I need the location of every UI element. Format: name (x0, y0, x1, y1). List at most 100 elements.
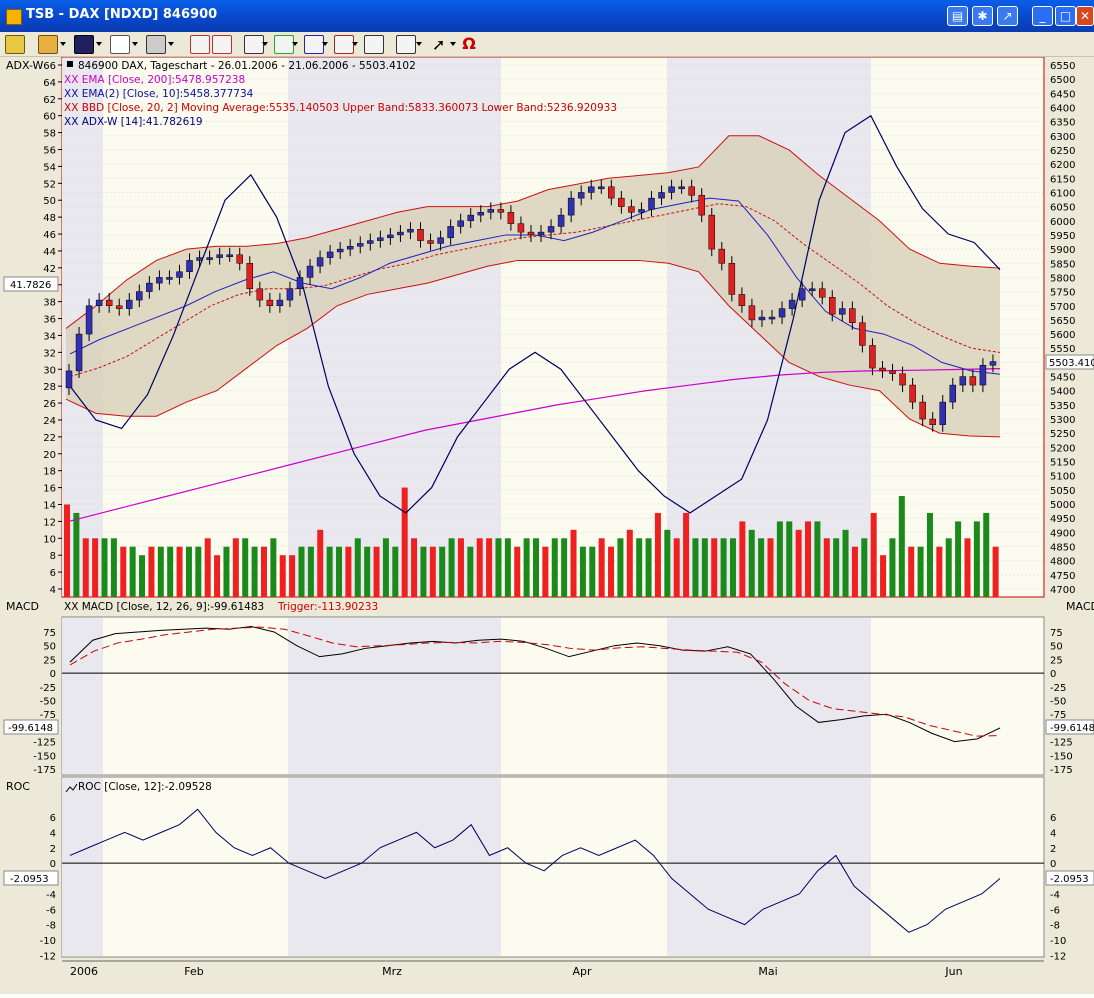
candle-body (859, 322, 866, 346)
redo-chart-icon[interactable] (212, 35, 232, 54)
chevron-down-icon[interactable] (96, 42, 102, 46)
roc-right-tick: -8 (1050, 921, 1060, 932)
candle-body (447, 226, 454, 239)
left-axis-tick: 28 (43, 382, 56, 393)
sheet-icon[interactable]: ▤ (947, 6, 968, 26)
volume-bar (420, 546, 427, 597)
legend-line-4: XX BBD [Close, 20, 2] Moving Average:553… (64, 102, 617, 114)
chevron-down-icon[interactable] (168, 42, 174, 46)
candle-body (417, 229, 424, 241)
right-axis-tick: 5250 (1050, 429, 1075, 440)
candle-body (768, 316, 776, 320)
chevron-down-icon[interactable] (292, 42, 298, 46)
right-axis-tick: 6050 (1050, 203, 1075, 214)
volume-bar (720, 538, 727, 597)
volume-bar (795, 529, 802, 597)
chevron-down-icon[interactable] (450, 42, 456, 46)
star-icon[interactable]: ✱ (972, 6, 993, 26)
legend-line-1: 846900 DAX, Tageschart - 26.01.2006 - 21… (78, 60, 416, 72)
macd-panel-frame (61, 616, 1045, 776)
candle-body (477, 212, 485, 216)
print-icon[interactable] (146, 35, 166, 54)
grid-icon[interactable] (396, 35, 416, 54)
chevron-down-icon[interactable] (352, 42, 358, 46)
close-button[interactable]: ✕ (1076, 6, 1094, 26)
window-icon[interactable] (244, 35, 264, 54)
volume-bar (270, 538, 277, 597)
volume-bar (467, 546, 474, 597)
chevron-down-icon[interactable] (60, 42, 66, 46)
save-icon[interactable] (74, 35, 94, 54)
candle-body (457, 220, 464, 227)
macd-right-tick: 75 (1050, 628, 1063, 639)
title-bar: TSB - DAX [NDXD] 846900 ▤ ✱ ↗ _ □ ✕ (0, 0, 1094, 32)
maximize-button[interactable]: □ (1055, 6, 1076, 26)
volume-bar (664, 529, 671, 597)
candle-body (246, 263, 254, 290)
macd-right-tick: -50 (1050, 697, 1066, 708)
chevron-down-icon[interactable] (322, 42, 328, 46)
volume-bar (645, 538, 652, 597)
candle-body (95, 299, 103, 307)
volume-bar (851, 546, 858, 597)
volume-bar (861, 538, 868, 597)
roc-right-tick: 6 (1050, 813, 1056, 824)
candle-body (85, 305, 93, 335)
volume-bar (636, 538, 643, 597)
indicator-icon[interactable] (304, 35, 324, 54)
right-axis-tick: 5050 (1050, 486, 1075, 497)
minimize-button[interactable]: _ (1032, 6, 1053, 26)
volume-bar (167, 546, 174, 597)
candle-body (849, 308, 856, 324)
macd-left-tick: 0 (50, 669, 56, 680)
scatter-icon[interactable] (274, 35, 294, 54)
roc-left-tick: 0 (50, 859, 56, 870)
chevron-down-icon[interactable] (262, 42, 268, 46)
chevron-down-icon[interactable] (132, 42, 138, 46)
left-axis-tick: 52 (43, 179, 56, 190)
volume-bar (551, 538, 558, 597)
svg-text:-99.6148: -99.6148 (8, 723, 53, 734)
chart-icon[interactable]: ↗ (997, 6, 1018, 26)
candle-body (266, 299, 274, 307)
chart-canvas[interactable]: 6664626058565452504846444240383634323028… (0, 56, 1094, 994)
open-folder-icon[interactable] (38, 35, 58, 54)
volume-bar (214, 555, 221, 597)
x-axis-label: Mrz (382, 965, 402, 978)
pointer-icon[interactable]: ➚ (432, 35, 450, 54)
roc-left-tick: 4 (50, 828, 56, 839)
candle-body (437, 237, 444, 244)
refresh-icon[interactable] (5, 35, 25, 54)
svg-text:41.7826: 41.7826 (10, 280, 51, 291)
candle-body (336, 248, 344, 253)
candle-body (899, 373, 906, 386)
candle-body (879, 367, 886, 372)
left-axis-tick: 22 (43, 433, 56, 444)
trend-icon[interactable] (334, 35, 354, 54)
candle-body (587, 186, 595, 193)
volume-bar (486, 538, 493, 597)
macd-left-tick: 25 (43, 655, 56, 666)
copy-icon[interactable] (110, 35, 130, 54)
candle-body (196, 257, 203, 261)
macd-left-tick: 50 (43, 642, 56, 653)
candle-body (889, 370, 896, 374)
properties-icon[interactable] (364, 35, 384, 54)
roc-left-tick: -6 (46, 905, 56, 916)
volume-bar (148, 546, 155, 597)
macd-left-tick: -50 (40, 697, 56, 708)
volume-bar (973, 521, 980, 597)
magnet-icon[interactable]: Ω (460, 35, 478, 52)
roc-value-box: -2.0953 (3, 870, 59, 886)
macd-right-tick: -125 (1050, 738, 1073, 749)
candle-body (146, 282, 153, 292)
chevron-down-icon[interactable] (416, 42, 422, 46)
candle-body (567, 197, 575, 216)
volume-bar (157, 546, 164, 597)
candle-body (919, 401, 926, 420)
legend-line-2: XX EMA [Close, 200]:5478.957238 (64, 74, 245, 86)
volume-bar (457, 538, 464, 597)
undo-chart-icon[interactable] (190, 35, 210, 54)
macd-right-tick: -150 (1050, 751, 1073, 762)
candle-body (728, 263, 736, 295)
